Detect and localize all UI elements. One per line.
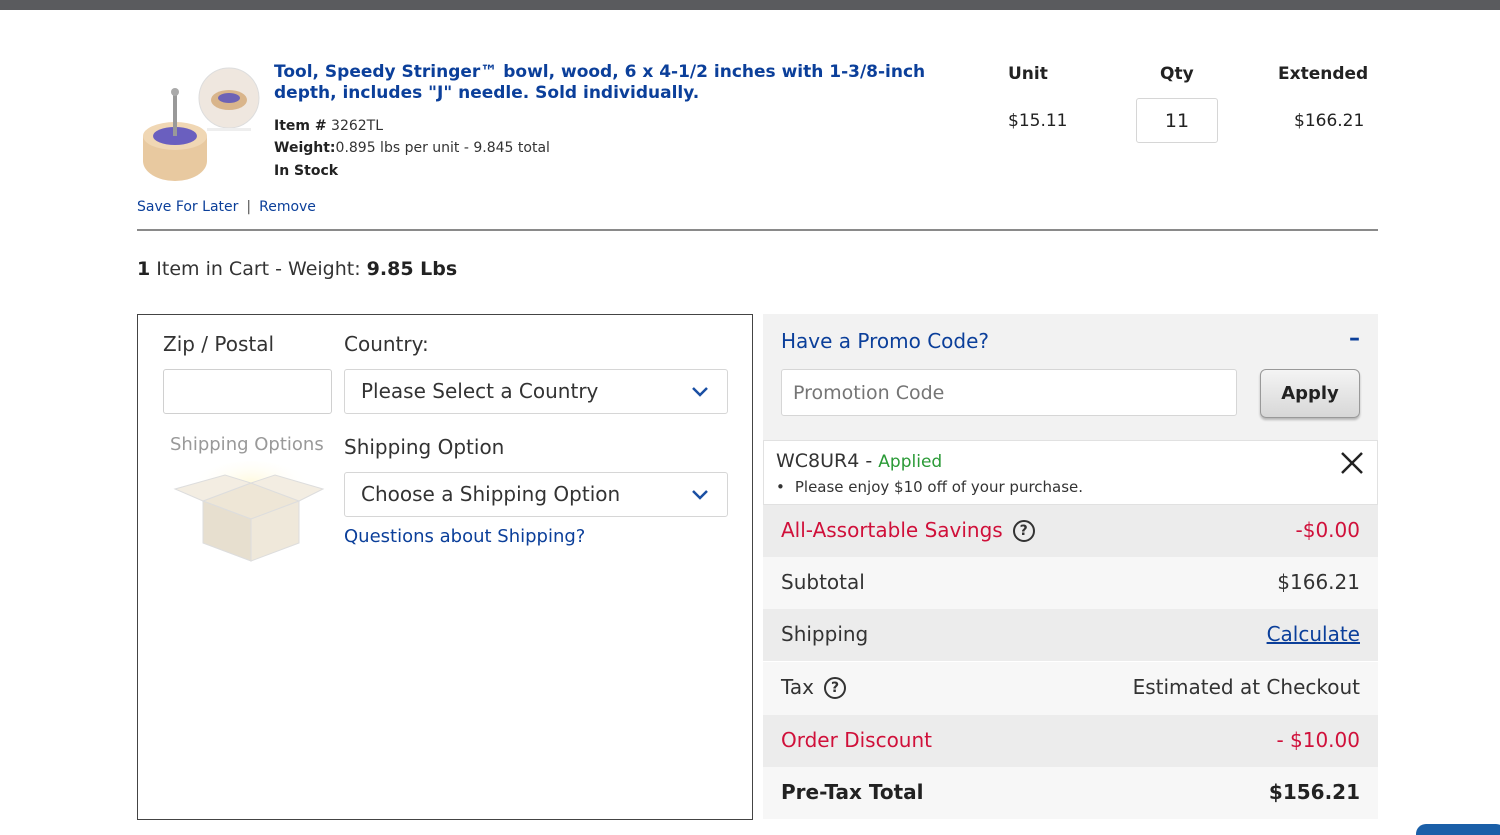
calculate-shipping-link[interactable]: Calculate bbox=[1267, 622, 1360, 646]
save-for-later-link[interactable]: Save For Later bbox=[137, 199, 238, 215]
tax-label-text: Tax bbox=[781, 675, 814, 699]
remove-link[interactable]: Remove bbox=[259, 199, 316, 215]
help-icon[interactable]: ? bbox=[1012, 520, 1035, 542]
item-weight: Weight:0.895 lbs per unit - 9.845 total bbox=[274, 139, 550, 157]
savings-label: All-Assortable Savings? bbox=[781, 518, 1035, 542]
savings-label-text: All-Assortable Savings bbox=[781, 518, 1003, 542]
collapse-icon[interactable]: – bbox=[1349, 326, 1360, 351]
item-weight-value: 0.895 lbs per unit - 9.845 total bbox=[335, 140, 550, 156]
applied-promo-code: WC8UR4 - Applied bbox=[776, 450, 942, 472]
shipping-estimator: Zip / Postal Country: Please Select a Co… bbox=[137, 314, 753, 820]
pretax-total-value: $156.21 bbox=[1268, 780, 1360, 804]
item-number-value: 3262TL bbox=[331, 118, 384, 134]
product-image bbox=[143, 67, 260, 181]
shipping-option-label: Shipping Option bbox=[344, 435, 505, 459]
close-icon[interactable] bbox=[1339, 450, 1365, 476]
cart-count: 1 bbox=[137, 258, 151, 280]
country-label: Country: bbox=[344, 332, 429, 356]
shipping-option-value: Choose a Shipping Option bbox=[361, 482, 621, 506]
subtotal-value: $166.21 bbox=[1277, 570, 1360, 594]
cart-summary-text: Item in Cart - Weight: bbox=[150, 258, 367, 280]
promo-code-dash: - bbox=[859, 450, 879, 472]
savings-value: -$0.00 bbox=[1295, 518, 1360, 542]
item-number-label: Item # bbox=[274, 118, 327, 134]
column-unit: Unit bbox=[1008, 64, 1048, 84]
item-weight-label: Weight: bbox=[274, 140, 336, 156]
subtotal-label: Subtotal bbox=[781, 570, 865, 594]
country-select[interactable]: Please Select a Country bbox=[344, 369, 728, 414]
separator: | bbox=[246, 199, 252, 215]
extended-price: $166.21 bbox=[1294, 111, 1365, 131]
tax-label: Tax? bbox=[781, 675, 846, 699]
order-discount-label: Order Discount bbox=[781, 728, 932, 752]
promo-code-value: WC8UR4 bbox=[776, 450, 860, 472]
column-qty: Qty bbox=[1160, 64, 1194, 84]
shipping-box-illustration: Shipping Options bbox=[163, 431, 333, 571]
apply-button[interactable]: Apply bbox=[1260, 369, 1360, 418]
stock-status: In Stock bbox=[274, 163, 339, 179]
cart-summary: 1 Item in Cart - Weight: 9.85 Lbs bbox=[137, 258, 457, 280]
zip-input[interactable] bbox=[163, 369, 332, 414]
unit-price: $15.11 bbox=[1008, 111, 1068, 131]
open-box-icon bbox=[173, 461, 325, 562]
promo-code-toggle[interactable]: Have a Promo Code? bbox=[781, 329, 989, 353]
applied-promo: WC8UR4 - Applied Please enjoy $10 off of… bbox=[763, 440, 1378, 505]
shipping-option-select[interactable]: Choose a Shipping Option bbox=[344, 472, 728, 517]
applied-promo-note: Please enjoy $10 off of your purchase. bbox=[776, 478, 1083, 496]
order-discount-value: - $10.00 bbox=[1276, 728, 1360, 752]
shipping-questions-link[interactable]: Questions about Shipping? bbox=[344, 526, 585, 547]
savings-row: All-Assortable Savings? -$0.00 bbox=[763, 505, 1378, 557]
chevron-down-icon bbox=[692, 387, 708, 397]
tax-value: Estimated at Checkout bbox=[1132, 675, 1360, 699]
product-title[interactable]: Tool, Speedy Stringer™ bowl, wood, 6 x 4… bbox=[274, 62, 934, 104]
pretax-total-label: Pre-Tax Total bbox=[781, 780, 924, 804]
shipping-label: Shipping bbox=[781, 622, 869, 646]
promo-code-input[interactable] bbox=[781, 369, 1237, 416]
top-bar bbox=[0, 0, 1500, 10]
zip-label: Zip / Postal bbox=[163, 332, 275, 356]
divider bbox=[137, 229, 1378, 231]
country-select-value: Please Select a Country bbox=[361, 379, 599, 403]
chevron-down-icon bbox=[692, 490, 708, 500]
applied-status: Applied bbox=[878, 452, 943, 472]
subtotal-row: Subtotal $166.21 bbox=[763, 557, 1378, 609]
item-number: Item # 3262TL bbox=[274, 117, 383, 135]
cart-weight: 9.85 Lbs bbox=[366, 258, 458, 280]
tax-row: Tax? Estimated at Checkout bbox=[763, 662, 1378, 715]
help-icon[interactable]: ? bbox=[824, 677, 846, 699]
item-actions: Save For Later | Remove bbox=[137, 199, 316, 215]
pretax-total-row: Pre-Tax Total $156.21 bbox=[763, 767, 1378, 819]
quantity-input[interactable] bbox=[1136, 98, 1218, 143]
column-extended: Extended bbox=[1278, 64, 1369, 84]
order-discount-row: Order Discount - $10.00 bbox=[763, 715, 1378, 767]
shipping-row: Shipping Calculate bbox=[763, 609, 1378, 661]
chat-tab[interactable] bbox=[1416, 824, 1500, 835]
promo-code-panel: Have a Promo Code? – Apply bbox=[763, 314, 1378, 440]
